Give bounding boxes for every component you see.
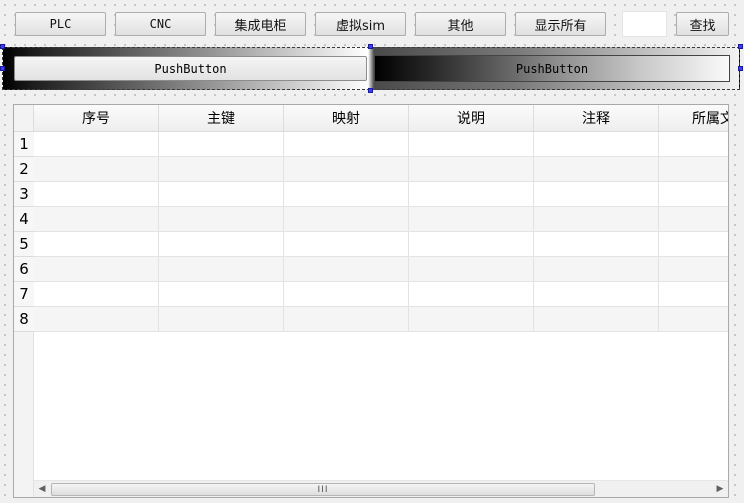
table-header: 序号 主键 映射 说明 注释 所属文 — [34, 105, 728, 132]
table-cell[interactable] — [159, 282, 284, 306]
table-cell[interactable] — [409, 182, 534, 206]
table-cell[interactable] — [409, 132, 534, 156]
table-row[interactable] — [34, 307, 728, 332]
table-row[interactable] — [34, 132, 728, 157]
table-cell[interactable] — [34, 132, 159, 156]
cnc-button[interactable]: CNC — [115, 12, 206, 36]
table-cell[interactable] — [284, 232, 409, 256]
table-cell[interactable] — [409, 307, 534, 331]
table-row[interactable] — [34, 157, 728, 182]
row-header[interactable]: 3 — [14, 182, 34, 207]
selection-handle[interactable] — [0, 44, 5, 49]
table-cell[interactable] — [159, 307, 284, 331]
table-cell[interactable] — [284, 132, 409, 156]
row-header[interactable]: 7 — [14, 282, 34, 307]
table-cell[interactable] — [659, 257, 728, 281]
data-table[interactable]: 序号 主键 映射 说明 注释 所属文 1 2 3 4 5 6 7 8 ◀ III… — [13, 104, 729, 498]
arrow-left-icon[interactable]: ◀ — [34, 481, 50, 497]
table-row[interactable] — [34, 207, 728, 232]
table-cell[interactable] — [534, 207, 659, 231]
selection-handle[interactable] — [738, 66, 743, 71]
table-cell[interactable] — [284, 282, 409, 306]
row-header[interactable]: 4 — [14, 207, 34, 232]
table-cell[interactable] — [159, 257, 284, 281]
table-cell[interactable] — [159, 232, 284, 256]
arrow-right-icon[interactable]: ▶ — [712, 481, 728, 497]
row-header[interactable]: 2 — [14, 157, 34, 182]
table-row[interactable] — [34, 282, 728, 307]
table-cell[interactable] — [409, 207, 534, 231]
table-cell[interactable] — [534, 182, 659, 206]
push-button-left[interactable]: PushButton — [14, 56, 367, 81]
table-cell[interactable] — [34, 157, 159, 181]
cabinet-button[interactable]: 集成电柜 — [215, 12, 306, 36]
table-cell[interactable] — [409, 232, 534, 256]
table-cell[interactable] — [659, 282, 728, 306]
search-button[interactable]: 查找 — [676, 12, 729, 36]
table-cell[interactable] — [159, 132, 284, 156]
selection-handle[interactable] — [738, 44, 743, 49]
column-header[interactable]: 主键 — [159, 105, 284, 132]
table-corner — [14, 105, 34, 132]
column-header[interactable]: 映射 — [284, 105, 409, 132]
other-button[interactable]: 其他 — [415, 12, 506, 36]
table-cell[interactable] — [534, 157, 659, 181]
row-header[interactable]: 1 — [14, 132, 34, 157]
table-cell[interactable] — [34, 207, 159, 231]
table-cell[interactable] — [284, 182, 409, 206]
table-row[interactable] — [34, 182, 728, 207]
row-header[interactable]: 5 — [14, 232, 34, 257]
table-cell[interactable] — [659, 232, 728, 256]
column-header[interactable]: 序号 — [34, 105, 159, 132]
row-header[interactable]: 8 — [14, 307, 34, 332]
table-cell[interactable] — [284, 257, 409, 281]
table-cell[interactable] — [159, 157, 284, 181]
table-cell[interactable] — [284, 307, 409, 331]
horizontal-scrollbar[interactable]: ◀ III ▶ — [34, 480, 728, 497]
table-cell[interactable] — [659, 182, 728, 206]
table-cell[interactable] — [34, 257, 159, 281]
selection-handle[interactable] — [368, 88, 373, 93]
table-cell[interactable] — [284, 207, 409, 231]
table-cell[interactable] — [159, 182, 284, 206]
scrollbar-thumb[interactable]: III — [51, 483, 595, 496]
virtual-sim-button[interactable]: 虚拟sim — [315, 12, 406, 36]
table-cell[interactable] — [409, 282, 534, 306]
table-cell[interactable] — [34, 232, 159, 256]
table-cell[interactable] — [34, 307, 159, 331]
table-cell[interactable] — [534, 257, 659, 281]
selection-handle[interactable] — [368, 44, 373, 49]
column-header[interactable]: 所属文 — [659, 105, 728, 132]
table-cell[interactable] — [659, 207, 728, 231]
table-cell[interactable] — [534, 132, 659, 156]
table-row[interactable] — [34, 232, 728, 257]
table-cell[interactable] — [34, 182, 159, 206]
table-cell[interactable] — [284, 157, 409, 181]
table-cell[interactable] — [534, 232, 659, 256]
table-cell[interactable] — [409, 257, 534, 281]
table-cell[interactable] — [159, 207, 284, 231]
table-row[interactable] — [34, 257, 728, 282]
table-cell[interactable] — [659, 132, 728, 156]
search-input[interactable] — [622, 11, 667, 37]
column-header[interactable]: 说明 — [409, 105, 534, 132]
show-all-button[interactable]: 显示所有 — [515, 12, 606, 36]
table-cell[interactable] — [659, 157, 728, 181]
table-cell[interactable] — [409, 157, 534, 181]
push-button-right[interactable]: PushButton — [374, 55, 730, 82]
plc-button[interactable]: PLC — [15, 12, 106, 36]
table-cell[interactable] — [534, 282, 659, 306]
table-cell[interactable] — [659, 307, 728, 331]
column-header[interactable]: 注释 — [534, 105, 659, 132]
table-cell[interactable] — [534, 307, 659, 331]
table-cell[interactable] — [34, 282, 159, 306]
row-header[interactable]: 6 — [14, 257, 34, 282]
selection-handle[interactable] — [0, 66, 5, 71]
